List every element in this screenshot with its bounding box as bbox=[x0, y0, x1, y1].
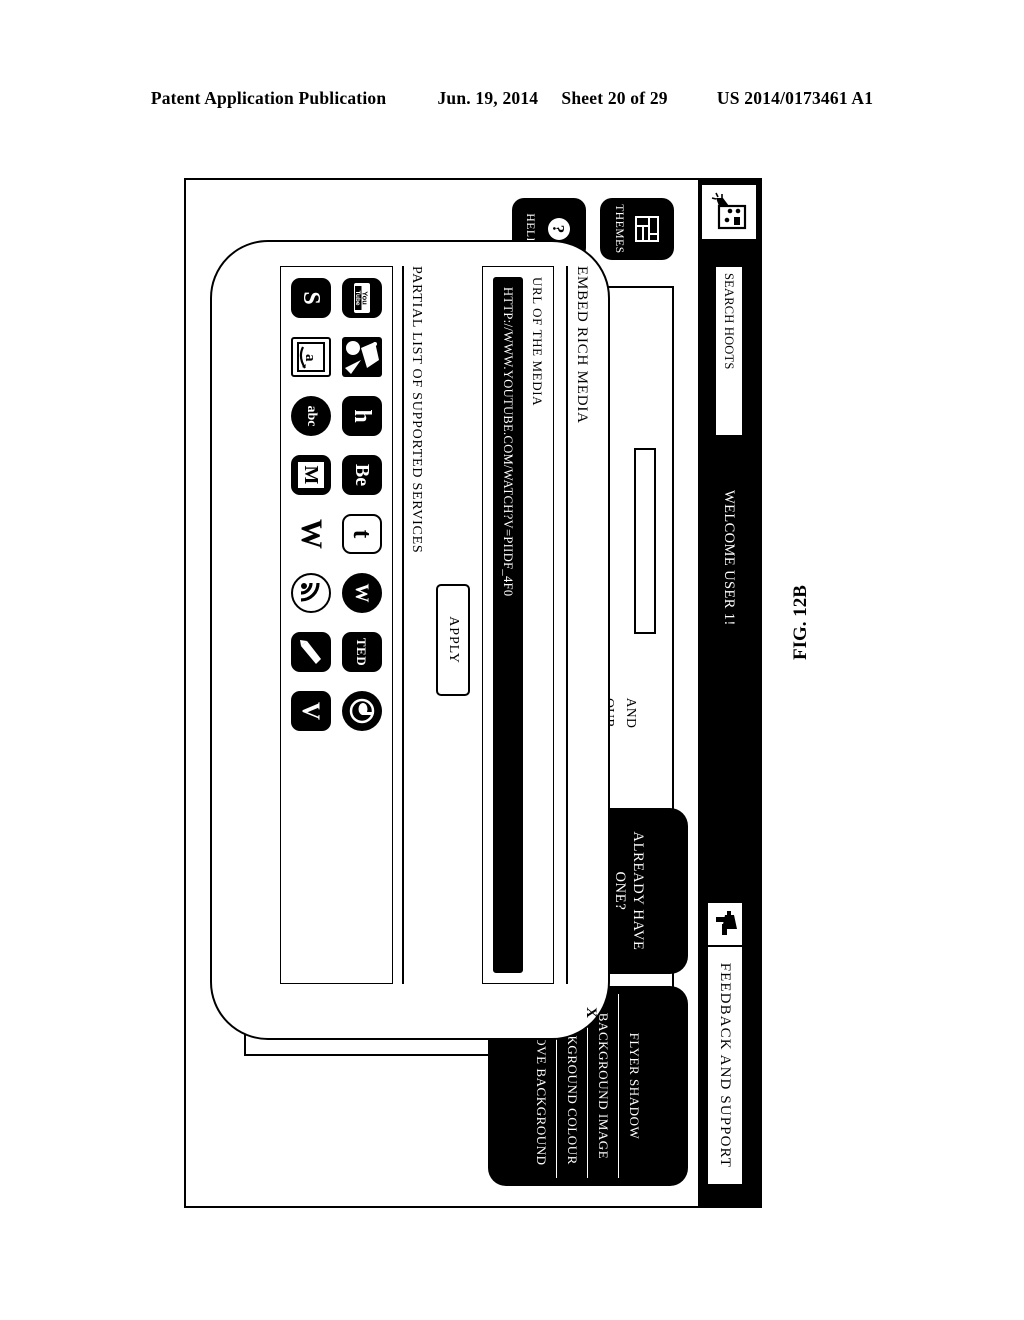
patent-number: US 2014/0173461 A1 bbox=[716, 88, 874, 108]
supported-services-title: PARTIAL LIST OF SUPPORTED SERVICES bbox=[402, 266, 424, 985]
modal-title: EMBED RICH MEDIA bbox=[566, 266, 590, 985]
wordpress-glyph: W bbox=[295, 519, 328, 549]
grooveshark-icon[interactable] bbox=[341, 690, 383, 732]
welcome-message: WELCOME USER 1! bbox=[721, 490, 738, 626]
twitter-icon[interactable]: t bbox=[341, 513, 383, 555]
search-placeholder: SEARCH HOOTS bbox=[722, 273, 737, 370]
url-input[interactable]: HTTP://WWW.YOUTUBE.COM/WATCH?V=PIIDF_4F0 bbox=[493, 277, 523, 974]
flickr-icon[interactable] bbox=[341, 336, 383, 378]
supported-services-box: You Tube h Be t W TED S a abc M W V bbox=[280, 266, 393, 985]
scribd-glyph: S bbox=[298, 291, 324, 305]
megaphone-icon bbox=[706, 900, 744, 947]
vimeo-glyph: V bbox=[297, 701, 325, 721]
patent-header: Patent Application Publication Jun. 19, … bbox=[0, 88, 1024, 109]
close-icon[interactable]: X bbox=[583, 1007, 599, 1018]
amazon-icon[interactable]: a bbox=[290, 336, 332, 378]
application-window: SEARCH HOOTS WELCOME USER 1! MY ACCOUNT … bbox=[184, 178, 762, 1208]
abc-icon[interactable]: abc bbox=[290, 395, 332, 437]
url-group: URL OF THE MEDIA HTTP://WWW.YOUTUBE.COM/… bbox=[482, 266, 554, 985]
twitter-glyph: t bbox=[348, 529, 377, 539]
behance-icon[interactable]: Be bbox=[341, 454, 383, 496]
service-row: S a abc M W V bbox=[290, 277, 332, 973]
hulu-icon[interactable]: h bbox=[341, 395, 383, 437]
flyer-megaphone-icon[interactable] bbox=[701, 184, 757, 240]
youtube-icon[interactable]: You Tube bbox=[341, 277, 383, 319]
option-flyer-shadow[interactable]: FLYER SHADOW bbox=[620, 994, 650, 1178]
already-have-one-title: ALREADY HAVE ONE? bbox=[612, 831, 647, 951]
svg-text:?: ? bbox=[550, 225, 569, 234]
behance-glyph: Be bbox=[351, 463, 373, 487]
embed-rich-media-modal: X EMBED RICH MEDIA URL OF THE MEDIA HTTP… bbox=[210, 240, 610, 1040]
svg-text:a: a bbox=[302, 354, 318, 362]
feedback-and-support-label: FEEDBACK AND SUPPORT bbox=[706, 946, 744, 1186]
patent-sheet: Sheet 20 of 29 bbox=[561, 88, 668, 108]
url-input-value: HTTP://WWW.YOUTUBE.COM/WATCH?V=PIIDF_4F0 bbox=[501, 287, 516, 597]
figure-label: FIG. 12B bbox=[790, 585, 811, 660]
hulu-glyph: h bbox=[349, 409, 375, 423]
themes-label: THEMES bbox=[613, 204, 626, 254]
svg-text:You: You bbox=[361, 291, 370, 305]
ted-icon[interactable]: TED bbox=[341, 631, 383, 673]
wikipedia-glyph: W bbox=[351, 583, 373, 603]
patent-date: Jun. 19, 2014 bbox=[437, 88, 539, 108]
medium-icon[interactable]: M bbox=[290, 454, 332, 496]
wikipedia-icon[interactable]: W bbox=[341, 572, 383, 614]
service-row: You Tube h Be t W TED bbox=[341, 277, 383, 973]
grid-layout-icon bbox=[630, 215, 661, 243]
medium-glyph: M bbox=[300, 465, 322, 485]
feedback-and-support-button[interactable]: FEEDBACK AND SUPPORT bbox=[706, 900, 744, 1186]
search-input[interactable]: SEARCH HOOTS bbox=[715, 266, 743, 436]
vimeo-icon[interactable]: V bbox=[290, 690, 332, 732]
patent-publication-label: Patent Application Publication bbox=[150, 88, 387, 108]
themes-button[interactable]: THEMES bbox=[600, 198, 674, 260]
url-label: URL OF THE MEDIA bbox=[530, 277, 545, 407]
svg-text:Tube: Tube bbox=[354, 290, 361, 305]
abc-glyph: abc bbox=[304, 405, 319, 427]
apply-button[interactable]: APPLY bbox=[436, 584, 470, 696]
prezi-icon[interactable] bbox=[290, 631, 332, 673]
flyer-fragment-1: AND bbox=[624, 697, 639, 729]
wordpress-icon[interactable]: W bbox=[290, 513, 332, 555]
rss-feed-icon[interactable] bbox=[290, 572, 332, 614]
scribd-icon[interactable]: S bbox=[290, 277, 332, 319]
question-mark-icon: ? bbox=[541, 215, 574, 243]
ted-glyph: TED bbox=[354, 637, 370, 667]
